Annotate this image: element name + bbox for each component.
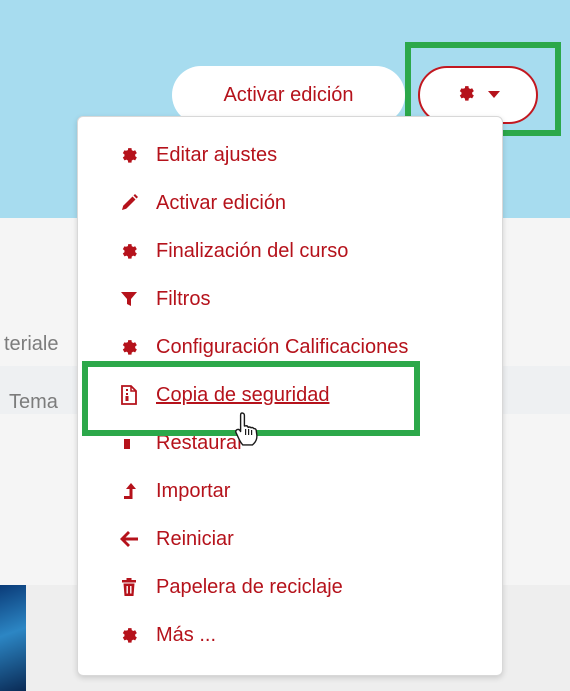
menu-item-label: Filtros <box>156 287 211 310</box>
gear-icon <box>118 240 140 262</box>
menu-item-label: Más ... <box>156 623 217 646</box>
filter-icon <box>118 288 140 310</box>
background-text-tema: Tema <box>9 391 58 413</box>
menu-item-label: Activar edición <box>156 191 287 214</box>
menu-item-label: Configuración Calificaciones <box>156 335 409 358</box>
menu-item-mas[interactable]: Más ... <box>78 615 502 655</box>
gear-icon <box>118 336 140 358</box>
course-thumbnail-image[interactable] <box>0 585 26 691</box>
menu-item-papelera-reciclaje[interactable]: Papelera de reciclaje <box>78 567 502 607</box>
menu-item-label: Papelera de reciclaje <box>156 575 343 598</box>
trash-icon <box>118 576 140 598</box>
menu-item-activar-edicion[interactable]: Activar edición <box>78 183 502 223</box>
menu-item-label: Importar <box>156 479 231 502</box>
menu-item-finalizacion-curso[interactable]: Finalización del curso <box>78 231 502 271</box>
menu-item-label: Reiniciar <box>156 527 234 550</box>
activar-edicion-button-label: Activar edición <box>223 83 354 106</box>
gear-icon <box>118 144 140 166</box>
level-up-icon <box>118 480 140 502</box>
pencil-icon <box>118 192 140 214</box>
menu-item-filtros[interactable]: Filtros <box>78 279 502 319</box>
menu-item-reiniciar[interactable]: Reiniciar <box>78 519 502 559</box>
background-text-materiales: teriale <box>4 333 59 355</box>
arrow-left-icon <box>118 528 140 550</box>
menu-item-label: Editar ajustes <box>156 143 278 166</box>
menu-item-importar[interactable]: Importar <box>78 471 502 511</box>
menu-item-editar-ajustes[interactable]: Editar ajustes <box>78 135 502 175</box>
menu-item-label: Finalización del curso <box>156 239 349 262</box>
hand-pointer-cursor-icon <box>233 411 263 447</box>
gear-icon <box>118 624 140 646</box>
